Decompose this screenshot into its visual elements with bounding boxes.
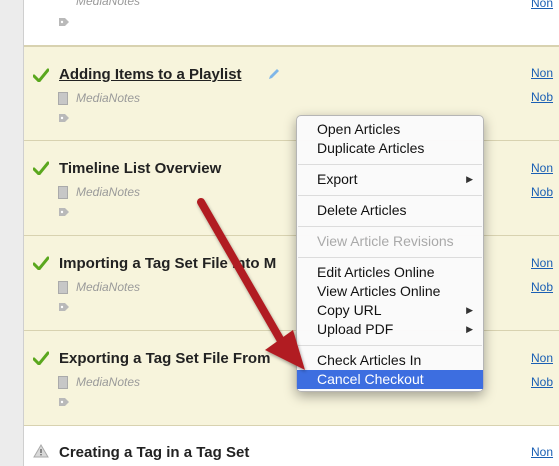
project-label: MediaNotes — [76, 91, 141, 105]
row-link[interactable]: Non — [531, 256, 553, 270]
warning-icon — [33, 444, 49, 458]
row-link[interactable]: Nob — [531, 280, 553, 294]
submenu-arrow-icon: ▶ — [466, 305, 473, 315]
submenu-arrow-icon: ▶ — [466, 174, 473, 184]
menu-item-label: Upload PDF — [317, 321, 394, 337]
menu-item-edit-articles-online[interactable]: Edit Articles Online — [297, 263, 483, 282]
menu-item-label: Edit Articles Online — [317, 264, 435, 280]
article-title[interactable]: Adding Items to a Playlist — [59, 66, 242, 83]
menu-item-export[interactable]: Export ▶ — [297, 170, 483, 189]
checkmark-icon — [33, 161, 49, 175]
menu-item-upload-pdf[interactable]: Upload PDF ▶ — [297, 320, 483, 339]
row-link[interactable]: Non — [531, 351, 553, 365]
menu-separator — [298, 345, 482, 346]
checkmark-icon — [33, 351, 49, 365]
menu-item-duplicate-articles[interactable]: Duplicate Articles — [297, 139, 483, 158]
article-title[interactable]: Exporting a Tag Set File From — [59, 350, 270, 367]
tag-icon — [59, 303, 69, 311]
menu-item-check-articles-in[interactable]: Check Articles In — [297, 351, 483, 370]
menu-item-label: Delete Articles — [317, 202, 407, 218]
menu-item-view-article-revisions: View Article Revisions — [297, 232, 483, 251]
row-link[interactable]: Non — [531, 445, 553, 459]
document-icon — [58, 281, 68, 294]
project-label: MediaNotes — [76, 280, 141, 294]
document-icon — [58, 376, 68, 389]
menu-separator — [298, 226, 482, 227]
pencil-icon[interactable] — [267, 67, 281, 81]
project-label: MediaNotes — [76, 375, 141, 389]
project-label: MediaNotes — [76, 0, 141, 8]
menu-separator — [298, 195, 482, 196]
row-link[interactable]: Nob — [531, 375, 553, 389]
tag-icon — [59, 114, 69, 122]
submenu-arrow-icon: ▶ — [466, 324, 473, 334]
menu-item-copy-url[interactable]: Copy URL ▶ — [297, 301, 483, 320]
document-icon — [58, 92, 68, 105]
menu-item-view-articles-online[interactable]: View Articles Online — [297, 282, 483, 301]
menu-item-delete-articles[interactable]: Delete Articles — [297, 201, 483, 220]
row-link[interactable]: Nob — [531, 90, 553, 104]
menu-item-label: Cancel Checkout — [317, 371, 424, 387]
article-title[interactable]: Importing a Tag Set File into M — [59, 255, 276, 272]
article-title[interactable]: Timeline List Overview — [59, 160, 221, 177]
menu-item-label: Open Articles — [317, 121, 401, 137]
menu-item-label: Check Articles In — [317, 352, 422, 368]
article-row[interactable]: Creating a Tag in a Tag Set — [24, 426, 559, 466]
tag-icon — [59, 18, 69, 26]
article-title[interactable]: Creating a Tag in a Tag Set — [59, 444, 249, 461]
menu-separator — [298, 257, 482, 258]
menu-item-label: Copy URL — [317, 302, 382, 318]
menu-item-label: View Article Revisions — [317, 233, 454, 249]
tag-icon — [59, 398, 69, 406]
menu-item-label: Export — [317, 171, 358, 187]
row-link[interactable]: Non — [531, 66, 553, 80]
menu-item-label: Duplicate Articles — [317, 140, 425, 156]
row-link[interactable]: Non — [531, 0, 553, 10]
menu-separator — [298, 164, 482, 165]
row-link[interactable]: Nob — [531, 185, 553, 199]
article-row[interactable]: MediaNotes — [24, 0, 559, 46]
menu-item-label: View Articles Online — [317, 283, 441, 299]
row-link[interactable]: Non — [531, 161, 553, 175]
project-label: MediaNotes — [76, 185, 141, 199]
tag-icon — [59, 208, 69, 216]
context-menu: Open Articles Duplicate Articles Export ▶… — [296, 115, 484, 392]
document-icon — [58, 186, 68, 199]
menu-item-open-articles[interactable]: Open Articles — [297, 120, 483, 139]
menu-item-cancel-checkout[interactable]: Cancel Checkout — [297, 370, 483, 389]
checkmark-icon — [33, 256, 49, 270]
checkmark-icon — [33, 68, 49, 82]
